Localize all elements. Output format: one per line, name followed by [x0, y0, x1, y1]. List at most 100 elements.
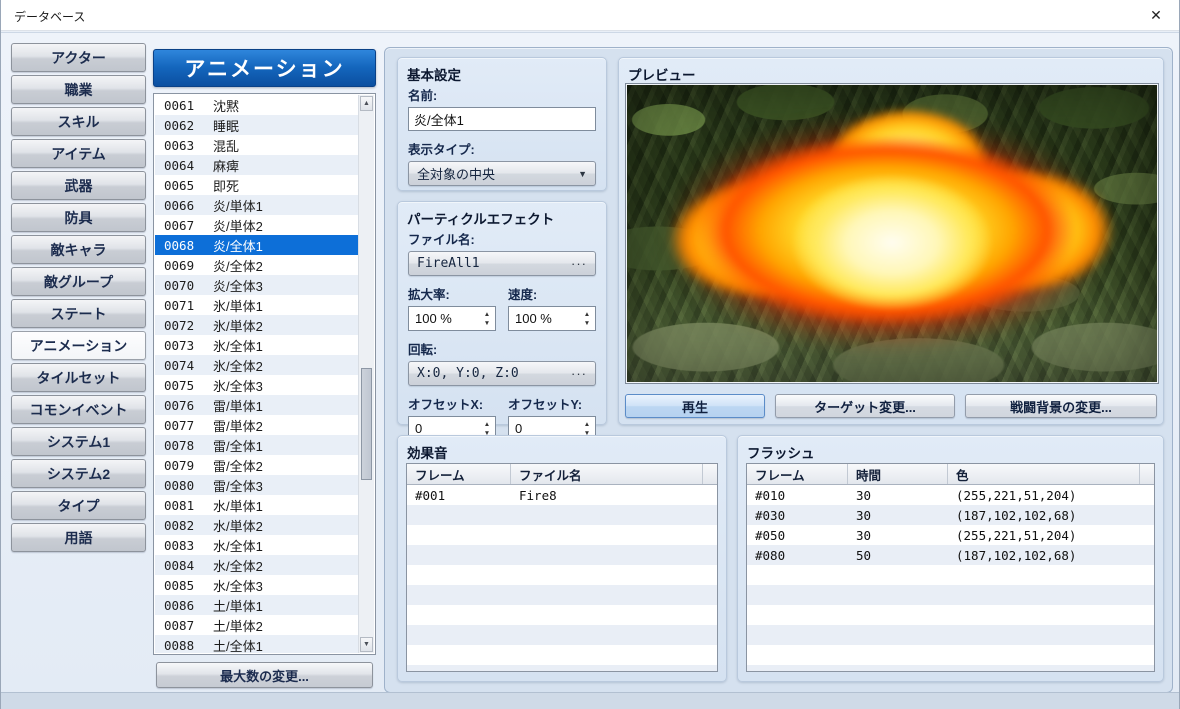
animation-item-id: 0066	[164, 198, 208, 213]
animation-list-item[interactable]: 0075氷/全体3	[155, 375, 358, 395]
sidebar-item[interactable]: ステート	[11, 299, 146, 328]
animation-list-item[interactable]: 0084水/全体2	[155, 555, 358, 575]
animation-item-id: 0070	[164, 278, 208, 293]
category-sidebar: アクター職業スキルアイテム武器防具敵キャラ敵グループステートアニメーションタイル…	[11, 43, 146, 555]
table-row[interactable]	[407, 665, 717, 672]
sidebar-item[interactable]: アニメーション	[11, 331, 146, 360]
scroll-up-icon[interactable]: ▲	[360, 96, 373, 111]
particle-file-button[interactable]: FireAll1 ···	[408, 251, 596, 276]
animation-item-name: 炎/単体1	[213, 196, 263, 215]
sidebar-item[interactable]: システム2	[11, 459, 146, 488]
animation-list-item[interactable]: 0065即死	[155, 175, 358, 195]
table-column-header[interactable]: 色	[948, 464, 1140, 484]
change-battle-background-button[interactable]: 戦闘背景の変更...	[965, 394, 1157, 418]
animation-list-item[interactable]: 0072氷/単体2	[155, 315, 358, 335]
table-row[interactable]	[407, 565, 717, 585]
table-row[interactable]: #001Fire8	[407, 485, 717, 505]
sidebar-item[interactable]: コモンイベント	[11, 395, 146, 424]
sidebar-item[interactable]: アクター	[11, 43, 146, 72]
table-cell: 30	[848, 508, 948, 523]
close-icon[interactable]: ✕	[1133, 0, 1179, 31]
table-row[interactable]	[407, 545, 717, 565]
table-row[interactable]	[407, 505, 717, 525]
table-column-header[interactable]: 時間	[848, 464, 948, 484]
animation-list-item[interactable]: 0061沈黙	[155, 95, 358, 115]
sidebar-item[interactable]: 武器	[11, 171, 146, 200]
animation-list-item[interactable]: 0088土/全体1	[155, 635, 358, 653]
table-row[interactable]	[407, 585, 717, 605]
animation-list-item[interactable]: 0085水/全体3	[155, 575, 358, 595]
sidebar-item[interactable]: タイプ	[11, 491, 146, 520]
table-row[interactable]: #01030(255,221,51,204)	[747, 485, 1154, 505]
file-name-label: ファイル名:	[408, 229, 596, 248]
sidebar-item[interactable]: アイテム	[11, 139, 146, 168]
speed-stepper[interactable]: 100 % ▲▼	[508, 306, 596, 331]
animation-list-item[interactable]: 0062睡眠	[155, 115, 358, 135]
sound-effects-table[interactable]: フレームファイル名#001Fire8	[406, 463, 718, 672]
table-row[interactable]	[747, 605, 1154, 625]
table-column-header[interactable]: フレーム	[747, 464, 848, 484]
animation-list-item[interactable]: 0069炎/全体2	[155, 255, 358, 275]
sidebar-item[interactable]: 敵キャラ	[11, 235, 146, 264]
list-scrollbar[interactable]: ▲ ▼	[358, 95, 374, 653]
animation-item-name: 氷/全体2	[213, 356, 263, 375]
table-row[interactable]	[407, 625, 717, 645]
animation-list-item[interactable]: 0082水/単体2	[155, 515, 358, 535]
table-column-header[interactable]: フレーム	[407, 464, 511, 484]
scale-stepper[interactable]: 100 % ▲▼	[408, 306, 496, 331]
table-row[interactable]	[407, 525, 717, 545]
table-row[interactable]	[747, 565, 1154, 585]
rotation-button[interactable]: X:0, Y:0, Z:0 ···	[408, 361, 596, 386]
name-input[interactable]: 炎/全体1	[408, 107, 596, 131]
table-row[interactable]	[747, 645, 1154, 665]
animation-list-item[interactable]: 0070 炎/全体3	[155, 275, 358, 295]
table-row[interactable]: #03030(187,102,102,68)	[747, 505, 1154, 525]
table-row[interactable]	[407, 645, 717, 665]
animation-list-item[interactable]: 0067炎/単体2	[155, 215, 358, 235]
sidebar-item[interactable]: システム1	[11, 427, 146, 456]
table-row[interactable]: #05030(255,221,51,204)	[747, 525, 1154, 545]
animation-list-item[interactable]: 0066 炎/単体1	[155, 195, 358, 215]
table-row[interactable]	[747, 585, 1154, 605]
animation-item-id: 0082	[164, 518, 208, 533]
animation-list-item[interactable]: 0079雷/全体2	[155, 455, 358, 475]
animation-list-item[interactable]: 0087土/単体2	[155, 615, 358, 635]
animation-item-id: 0072	[164, 318, 208, 333]
table-row[interactable]	[747, 665, 1154, 672]
animation-list-item[interactable]: 0086土/単体1	[155, 595, 358, 615]
sidebar-item[interactable]: 防具	[11, 203, 146, 232]
flash-table[interactable]: フレーム時間色#01030(255,221,51,204)#03030(187,…	[746, 463, 1155, 672]
animation-list-item[interactable]: 0078雷/全体1	[155, 435, 358, 455]
animation-list-item[interactable]: 0068炎/全体1	[155, 235, 358, 255]
scrollbar-thumb[interactable]	[361, 368, 372, 480]
table-row[interactable]: #08050(187,102,102,68)	[747, 545, 1154, 565]
sidebar-item[interactable]: 用語	[11, 523, 146, 552]
animation-list-item[interactable]: 0064麻痺	[155, 155, 358, 175]
animation-list-item[interactable]: 0081水/単体1	[155, 495, 358, 515]
animation-item-name: 土/全体1	[213, 636, 263, 654]
table-row[interactable]	[407, 605, 717, 625]
animation-list-item[interactable]: 0073氷/全体1	[155, 335, 358, 355]
animation-list-item[interactable]: 0063混乱	[155, 135, 358, 155]
change-maximum-button[interactable]: 最大数の変更...	[156, 662, 373, 688]
change-target-button[interactable]: ターゲット変更...	[775, 394, 955, 418]
table-column-header[interactable]: ファイル名	[511, 464, 703, 484]
animation-list-item[interactable]: 0071氷/単体1	[155, 295, 358, 315]
play-button[interactable]: 再生	[625, 394, 765, 418]
sidebar-item[interactable]: 職業	[11, 75, 146, 104]
scroll-down-icon[interactable]: ▼	[360, 637, 373, 652]
animation-item-name: 炎/全体3	[213, 276, 263, 295]
sidebar-item[interactable]: タイルセット	[11, 363, 146, 392]
sidebar-item[interactable]: スキル	[11, 107, 146, 136]
sidebar-item[interactable]: 敵グループ	[11, 267, 146, 296]
display-type-select[interactable]: 全対象の中央 ▼	[408, 161, 596, 186]
table-row[interactable]	[747, 625, 1154, 645]
table-header-stub	[1140, 464, 1154, 484]
animation-item-name: 水/全体3	[213, 576, 263, 595]
animation-list-item[interactable]: 0077雷/単体2	[155, 415, 358, 435]
animation-list-item[interactable]: 0074氷/全体2	[155, 355, 358, 375]
animation-list-item[interactable]: 0080雷/全体3	[155, 475, 358, 495]
animation-list-item[interactable]: 0083水/全体1	[155, 535, 358, 555]
table-cell: #080	[747, 548, 848, 563]
animation-list-item[interactable]: 0076雷/単体1	[155, 395, 358, 415]
